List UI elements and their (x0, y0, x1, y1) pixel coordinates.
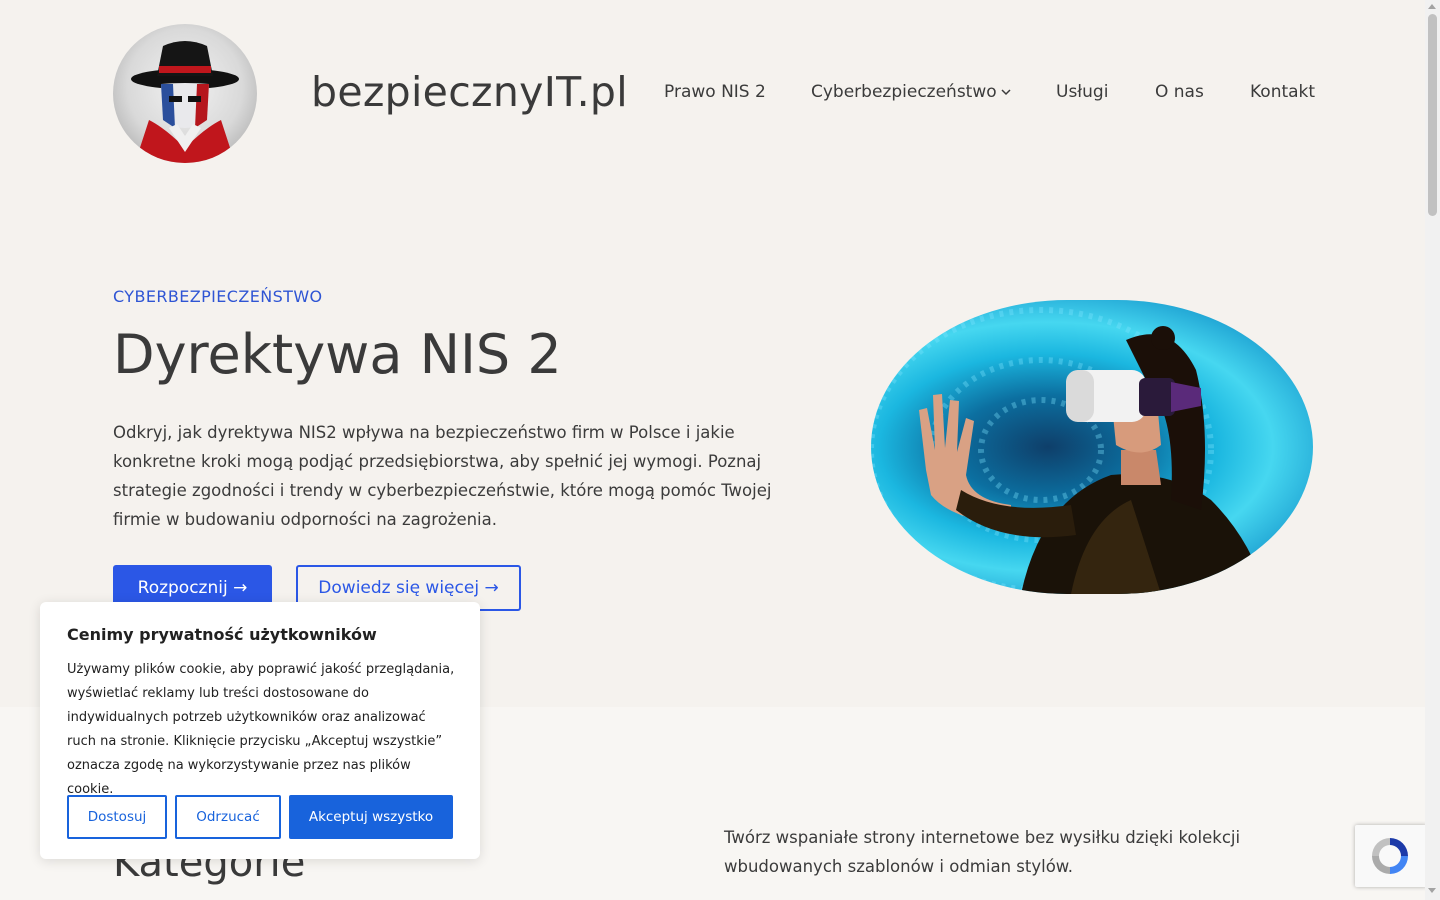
hero-eyebrow: CYBERBEZPIECZEŃSTWO (113, 287, 323, 306)
nav-item-kontakt[interactable]: Kontakt (1250, 82, 1315, 102)
main-nav: Prawo NIS 2 Cyberbezpieczeństwo Usługi O… (0, 82, 1425, 106)
nav-item-prawo-nis2[interactable]: Prawo NIS 2 (664, 82, 766, 102)
vr-headset-woman-image (871, 300, 1313, 594)
hero-title: Dyrektywa NIS 2 (113, 323, 562, 386)
hero-illustration (871, 307, 1266, 594)
nav-item-o-nas[interactable]: O nas (1155, 82, 1204, 102)
scroll-up-arrow-icon[interactable] (1428, 4, 1436, 9)
recaptcha-icon (1372, 838, 1408, 874)
cookie-text: Używamy plików cookie, aby poprawić jako… (67, 662, 455, 797)
hero-description: Odkryj, jak dyrektywa NIS2 wpływa na bez… (113, 423, 772, 529)
accept-all-button[interactable]: Akceptuj wszystko (289, 795, 453, 839)
page: bezpiecznyIT.pl Prawo NIS 2 Cyberbezpiec… (0, 0, 1425, 900)
recaptcha-badge[interactable] (1355, 825, 1425, 887)
categories-text: Twórz wspaniałe strony internetowe bez w… (724, 828, 1241, 876)
cookie-consent-banner: Cenimy prywatność użytkowników Używamy p… (40, 602, 480, 859)
nav-item-cyberbezpieczenstwo[interactable]: Cyberbezpieczeństwo (811, 82, 1011, 102)
scroll-down-arrow-icon[interactable] (1428, 888, 1436, 893)
customize-button[interactable]: Dostosuj (67, 795, 167, 839)
scrollbar-thumb[interactable] (1428, 14, 1437, 216)
nav-item-uslugi[interactable]: Usługi (1056, 82, 1108, 102)
nav-item-label: Cyberbezpieczeństwo (811, 82, 997, 102)
reject-button[interactable]: Odrzucać (175, 795, 281, 839)
page-scrollbar[interactable] (1425, 0, 1440, 900)
cookie-title: Cenimy prywatność użytkowników (67, 625, 377, 644)
chevron-down-icon (1001, 88, 1011, 95)
